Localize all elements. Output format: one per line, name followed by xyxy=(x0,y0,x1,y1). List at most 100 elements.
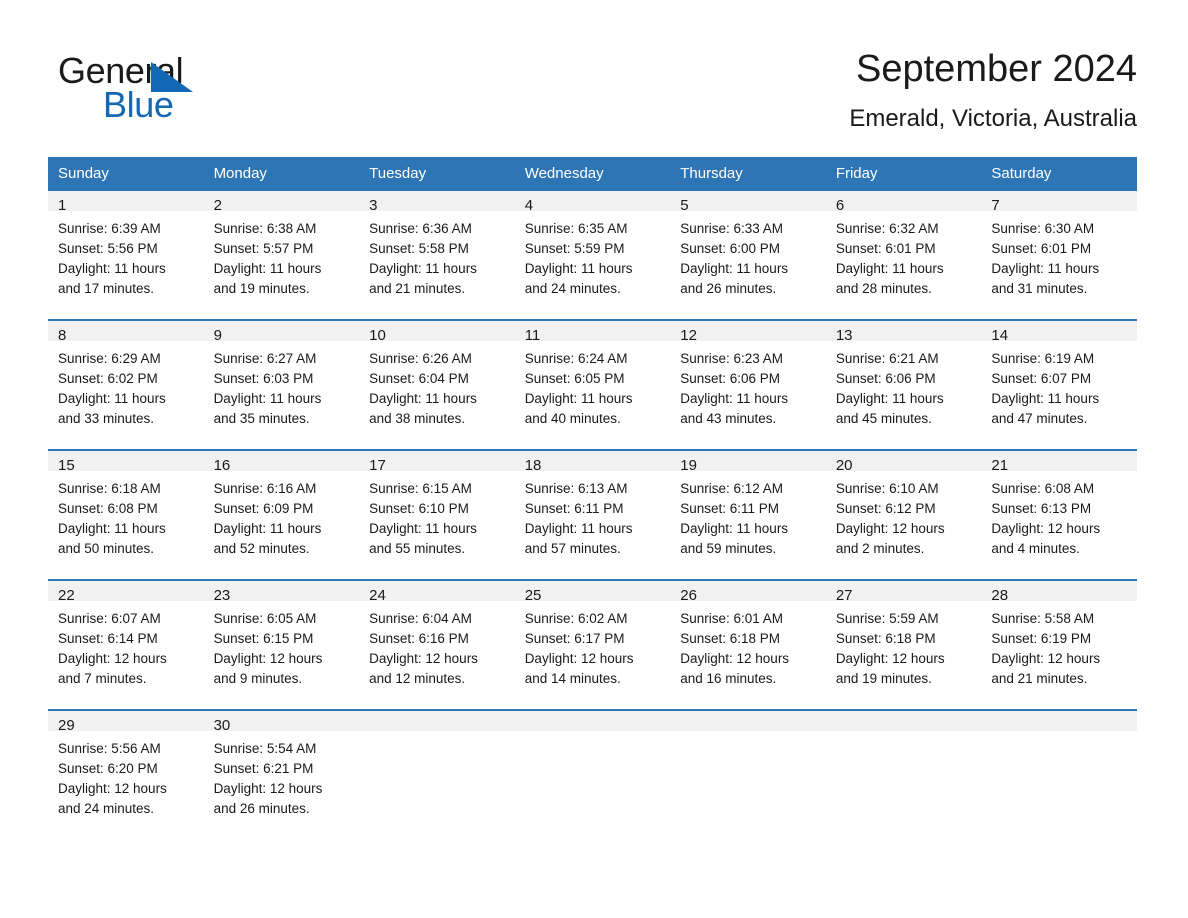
sunset-text: Sunset: 6:06 PM xyxy=(835,371,936,386)
day-cell[interactable]: 4 Sunrise: 6:35 AM Sunset: 5:59 PM Daylight… xyxy=(514,191,671,320)
sunrise-text: Sunrise: 6:35 AM xyxy=(524,221,628,236)
day-details: Sunrise: 6:19 AM Sunset: 6:07 PM Daylight:… xyxy=(981,341,1137,449)
column-header-monday: Monday xyxy=(203,157,360,191)
day-cell[interactable]: 29 Sunrise: 5:56 AM Sunset: 6:20 PM Dayligh… xyxy=(48,709,204,839)
sunrise-text: Sunrise: 6:04 AM xyxy=(369,611,472,626)
day-cell[interactable]: 28 Sunrise: 5:58 AM Sunset: 6:19 PM Dayligh… xyxy=(981,579,1137,710)
day-details: Sunrise: 6:30 AM Sunset: 6:01 PM Daylight:… xyxy=(981,211,1137,319)
day-cell[interactable]: 23 Sunrise: 6:05 AM Sunset: 6:15 PM Dayligh… xyxy=(203,579,360,710)
day-number: 24 xyxy=(359,581,515,604)
sunset-text: Sunset: 6:01 PM xyxy=(835,241,936,256)
day-cell[interactable]: 25 Sunrise: 6:02 AM Sunset: 6:17 PM Dayligh… xyxy=(514,579,671,710)
day-cell[interactable]: 9 Sunrise: 6:27 AM Sunset: 6:03 PM Daylight… xyxy=(203,319,360,450)
day-cell[interactable]: 18 Sunrise: 6:13 AM Sunset: 6:11 PM Dayligh… xyxy=(514,449,671,580)
column-header-friday: Friday xyxy=(825,157,982,191)
day-details: Sunrise: 6:02 AM Sunset: 6:17 PM Daylight:… xyxy=(515,601,671,709)
calendar-body: 1 Sunrise: 6:39 AM Sunset: 5:56 PM Daylight… xyxy=(48,191,1137,839)
day-cell[interactable]: 11 Sunrise: 6:24 AM Sunset: 6:05 PM Dayligh… xyxy=(514,319,671,450)
day-number: 17 xyxy=(359,451,515,474)
sunrise-text: Sunrise: 6:33 AM xyxy=(680,221,784,236)
page-title: September 2024 xyxy=(856,48,1137,90)
daylight-text: Daylight: 11 hours and 59 minutes. xyxy=(680,521,789,556)
day-number xyxy=(825,711,982,731)
day-cell[interactable]: 15 Sunrise: 6:18 AM Sunset: 6:08 PM Dayligh… xyxy=(48,449,204,580)
day-cell[interactable]: 5 Sunrise: 6:33 AM Sunset: 6:00 PM Daylight… xyxy=(670,191,826,320)
daylight-text: Daylight: 11 hours and 38 minutes. xyxy=(369,391,477,426)
page-header: General Blue September 2024 Emerald, Vic… xyxy=(0,0,1188,150)
day-cell[interactable]: 22 Sunrise: 6:07 AM Sunset: 6:14 PM Dayligh… xyxy=(48,579,204,710)
sunrise-text: Sunrise: 6:15 AM xyxy=(369,481,472,496)
day-cell[interactable]: 12 Sunrise: 6:23 AM Sunset: 6:06 PM Dayligh… xyxy=(670,319,826,450)
day-details: Sunrise: 6:36 AM Sunset: 5:58 PM Daylight:… xyxy=(359,211,515,319)
day-number: 29 xyxy=(48,711,204,734)
day-number: 7 xyxy=(981,191,1137,214)
day-cell[interactable]: 8 Sunrise: 6:29 AM Sunset: 6:02 PM Daylight… xyxy=(48,319,204,450)
day-cell[interactable]: 7 Sunrise: 6:30 AM Sunset: 6:01 PM Daylight… xyxy=(981,191,1137,320)
sunrise-text: Sunrise: 6:16 AM xyxy=(213,481,317,496)
day-cell[interactable]: 1 Sunrise: 6:39 AM Sunset: 5:56 PM Daylight… xyxy=(48,191,204,320)
daylight-text: Daylight: 12 hours and 4 minutes. xyxy=(991,521,1101,556)
day-details: Sunrise: 5:59 AM Sunset: 6:18 PM Daylight:… xyxy=(826,601,982,709)
day-details: Sunrise: 6:07 AM Sunset: 6:14 PM Daylight:… xyxy=(48,601,204,709)
column-header-saturday: Saturday xyxy=(981,157,1137,191)
sunrise-text: Sunrise: 6:18 AM xyxy=(58,481,161,496)
day-number: 25 xyxy=(514,581,671,604)
day-details: Sunrise: 6:32 AM Sunset: 6:01 PM Daylight:… xyxy=(826,211,982,319)
day-cell[interactable]: 24 Sunrise: 6:04 AM Sunset: 6:16 PM Dayligh… xyxy=(359,579,515,710)
day-cell[interactable]: 10 Sunrise: 6:26 AM Sunset: 6:04 PM Dayligh… xyxy=(359,319,515,450)
day-cell[interactable]: 3 Sunrise: 6:36 AM Sunset: 5:58 PM Daylight… xyxy=(359,191,515,320)
day-details: Sunrise: 6:15 AM Sunset: 6:10 PM Daylight:… xyxy=(359,471,515,579)
sunset-text: Sunset: 6:08 PM xyxy=(58,501,158,516)
day-details: Sunrise: 6:08 AM Sunset: 6:13 PM Daylight:… xyxy=(981,471,1137,579)
week-row: 8 Sunrise: 6:29 AM Sunset: 6:02 PM Daylight… xyxy=(48,319,1137,450)
sunrise-text: Sunrise: 6:30 AM xyxy=(991,221,1095,236)
daylight-text: Daylight: 11 hours and 28 minutes. xyxy=(835,261,944,296)
daylight-text: Daylight: 11 hours and 21 minutes. xyxy=(369,261,477,296)
daylight-text: Daylight: 11 hours and 33 minutes. xyxy=(58,391,166,426)
sunset-text: Sunset: 5:56 PM xyxy=(58,241,158,256)
day-cell[interactable]: 14 Sunrise: 6:19 AM Sunset: 6:07 PM Dayligh… xyxy=(981,319,1137,450)
day-number: 23 xyxy=(203,581,360,604)
day-details: Sunrise: 6:35 AM Sunset: 5:59 PM Daylight:… xyxy=(515,211,671,319)
day-details: Sunrise: 6:39 AM Sunset: 5:56 PM Daylight:… xyxy=(48,211,204,319)
day-number: 27 xyxy=(825,581,982,604)
sunrise-text: Sunrise: 6:12 AM xyxy=(680,481,784,496)
sunrise-text: Sunrise: 6:36 AM xyxy=(369,221,472,236)
daylight-text: Daylight: 12 hours and 2 minutes. xyxy=(835,521,945,556)
day-cell-empty xyxy=(670,709,826,839)
sunrise-text: Sunrise: 6:13 AM xyxy=(524,481,628,496)
daylight-text: Daylight: 11 hours and 40 minutes. xyxy=(524,391,633,426)
day-cell[interactable]: 27 Sunrise: 5:59 AM Sunset: 6:18 PM Dayligh… xyxy=(825,579,982,710)
day-number: 4 xyxy=(514,191,671,214)
day-details xyxy=(515,731,671,839)
day-details: Sunrise: 6:33 AM Sunset: 6:00 PM Daylight:… xyxy=(670,211,826,319)
sunset-text: Sunset: 6:03 PM xyxy=(213,371,314,386)
day-number xyxy=(514,711,671,731)
day-number xyxy=(670,711,826,731)
day-cell[interactable]: 17 Sunrise: 6:15 AM Sunset: 6:10 PM Dayligh… xyxy=(359,449,515,580)
sunrise-text: Sunrise: 6:24 AM xyxy=(524,351,628,366)
day-cell[interactable]: 30 Sunrise: 5:54 AM Sunset: 6:21 PM Dayligh… xyxy=(203,709,360,839)
daylight-text: Daylight: 11 hours and 31 minutes. xyxy=(991,261,1100,296)
day-cell[interactable]: 16 Sunrise: 6:16 AM Sunset: 6:09 PM Dayligh… xyxy=(203,449,360,580)
day-cell[interactable]: 19 Sunrise: 6:12 AM Sunset: 6:11 PM Dayligh… xyxy=(670,449,826,580)
day-details: Sunrise: 6:26 AM Sunset: 6:04 PM Daylight:… xyxy=(359,341,515,449)
sunrise-text: Sunrise: 6:08 AM xyxy=(991,481,1095,496)
sunset-text: Sunset: 6:11 PM xyxy=(524,501,624,516)
sunset-text: Sunset: 6:11 PM xyxy=(680,501,780,516)
day-number: 3 xyxy=(359,191,515,214)
sunset-text: Sunset: 6:01 PM xyxy=(991,241,1092,256)
day-cell[interactable]: 20 Sunrise: 6:10 AM Sunset: 6:12 PM Dayligh… xyxy=(825,449,982,580)
sunrise-text: Sunrise: 6:10 AM xyxy=(835,481,939,496)
daylight-text: Daylight: 11 hours and 45 minutes. xyxy=(835,391,944,426)
day-cell[interactable]: 26 Sunrise: 6:01 AM Sunset: 6:18 PM Dayligh… xyxy=(670,579,826,710)
day-cell[interactable]: 13 Sunrise: 6:21 AM Sunset: 6:06 PM Dayligh… xyxy=(825,319,982,450)
sunset-text: Sunset: 6:12 PM xyxy=(835,501,936,516)
sunset-text: Sunset: 6:17 PM xyxy=(524,631,625,646)
day-details: Sunrise: 6:18 AM Sunset: 6:08 PM Daylight:… xyxy=(48,471,204,579)
day-details xyxy=(981,731,1137,839)
day-cell[interactable]: 2 Sunrise: 6:38 AM Sunset: 5:57 PM Daylight… xyxy=(203,191,360,320)
day-cell[interactable]: 21 Sunrise: 6:08 AM Sunset: 6:13 PM Dayligh… xyxy=(981,449,1137,580)
sunrise-text: Sunrise: 6:23 AM xyxy=(680,351,784,366)
day-cell[interactable]: 6 Sunrise: 6:32 AM Sunset: 6:01 PM Daylight… xyxy=(825,191,982,320)
